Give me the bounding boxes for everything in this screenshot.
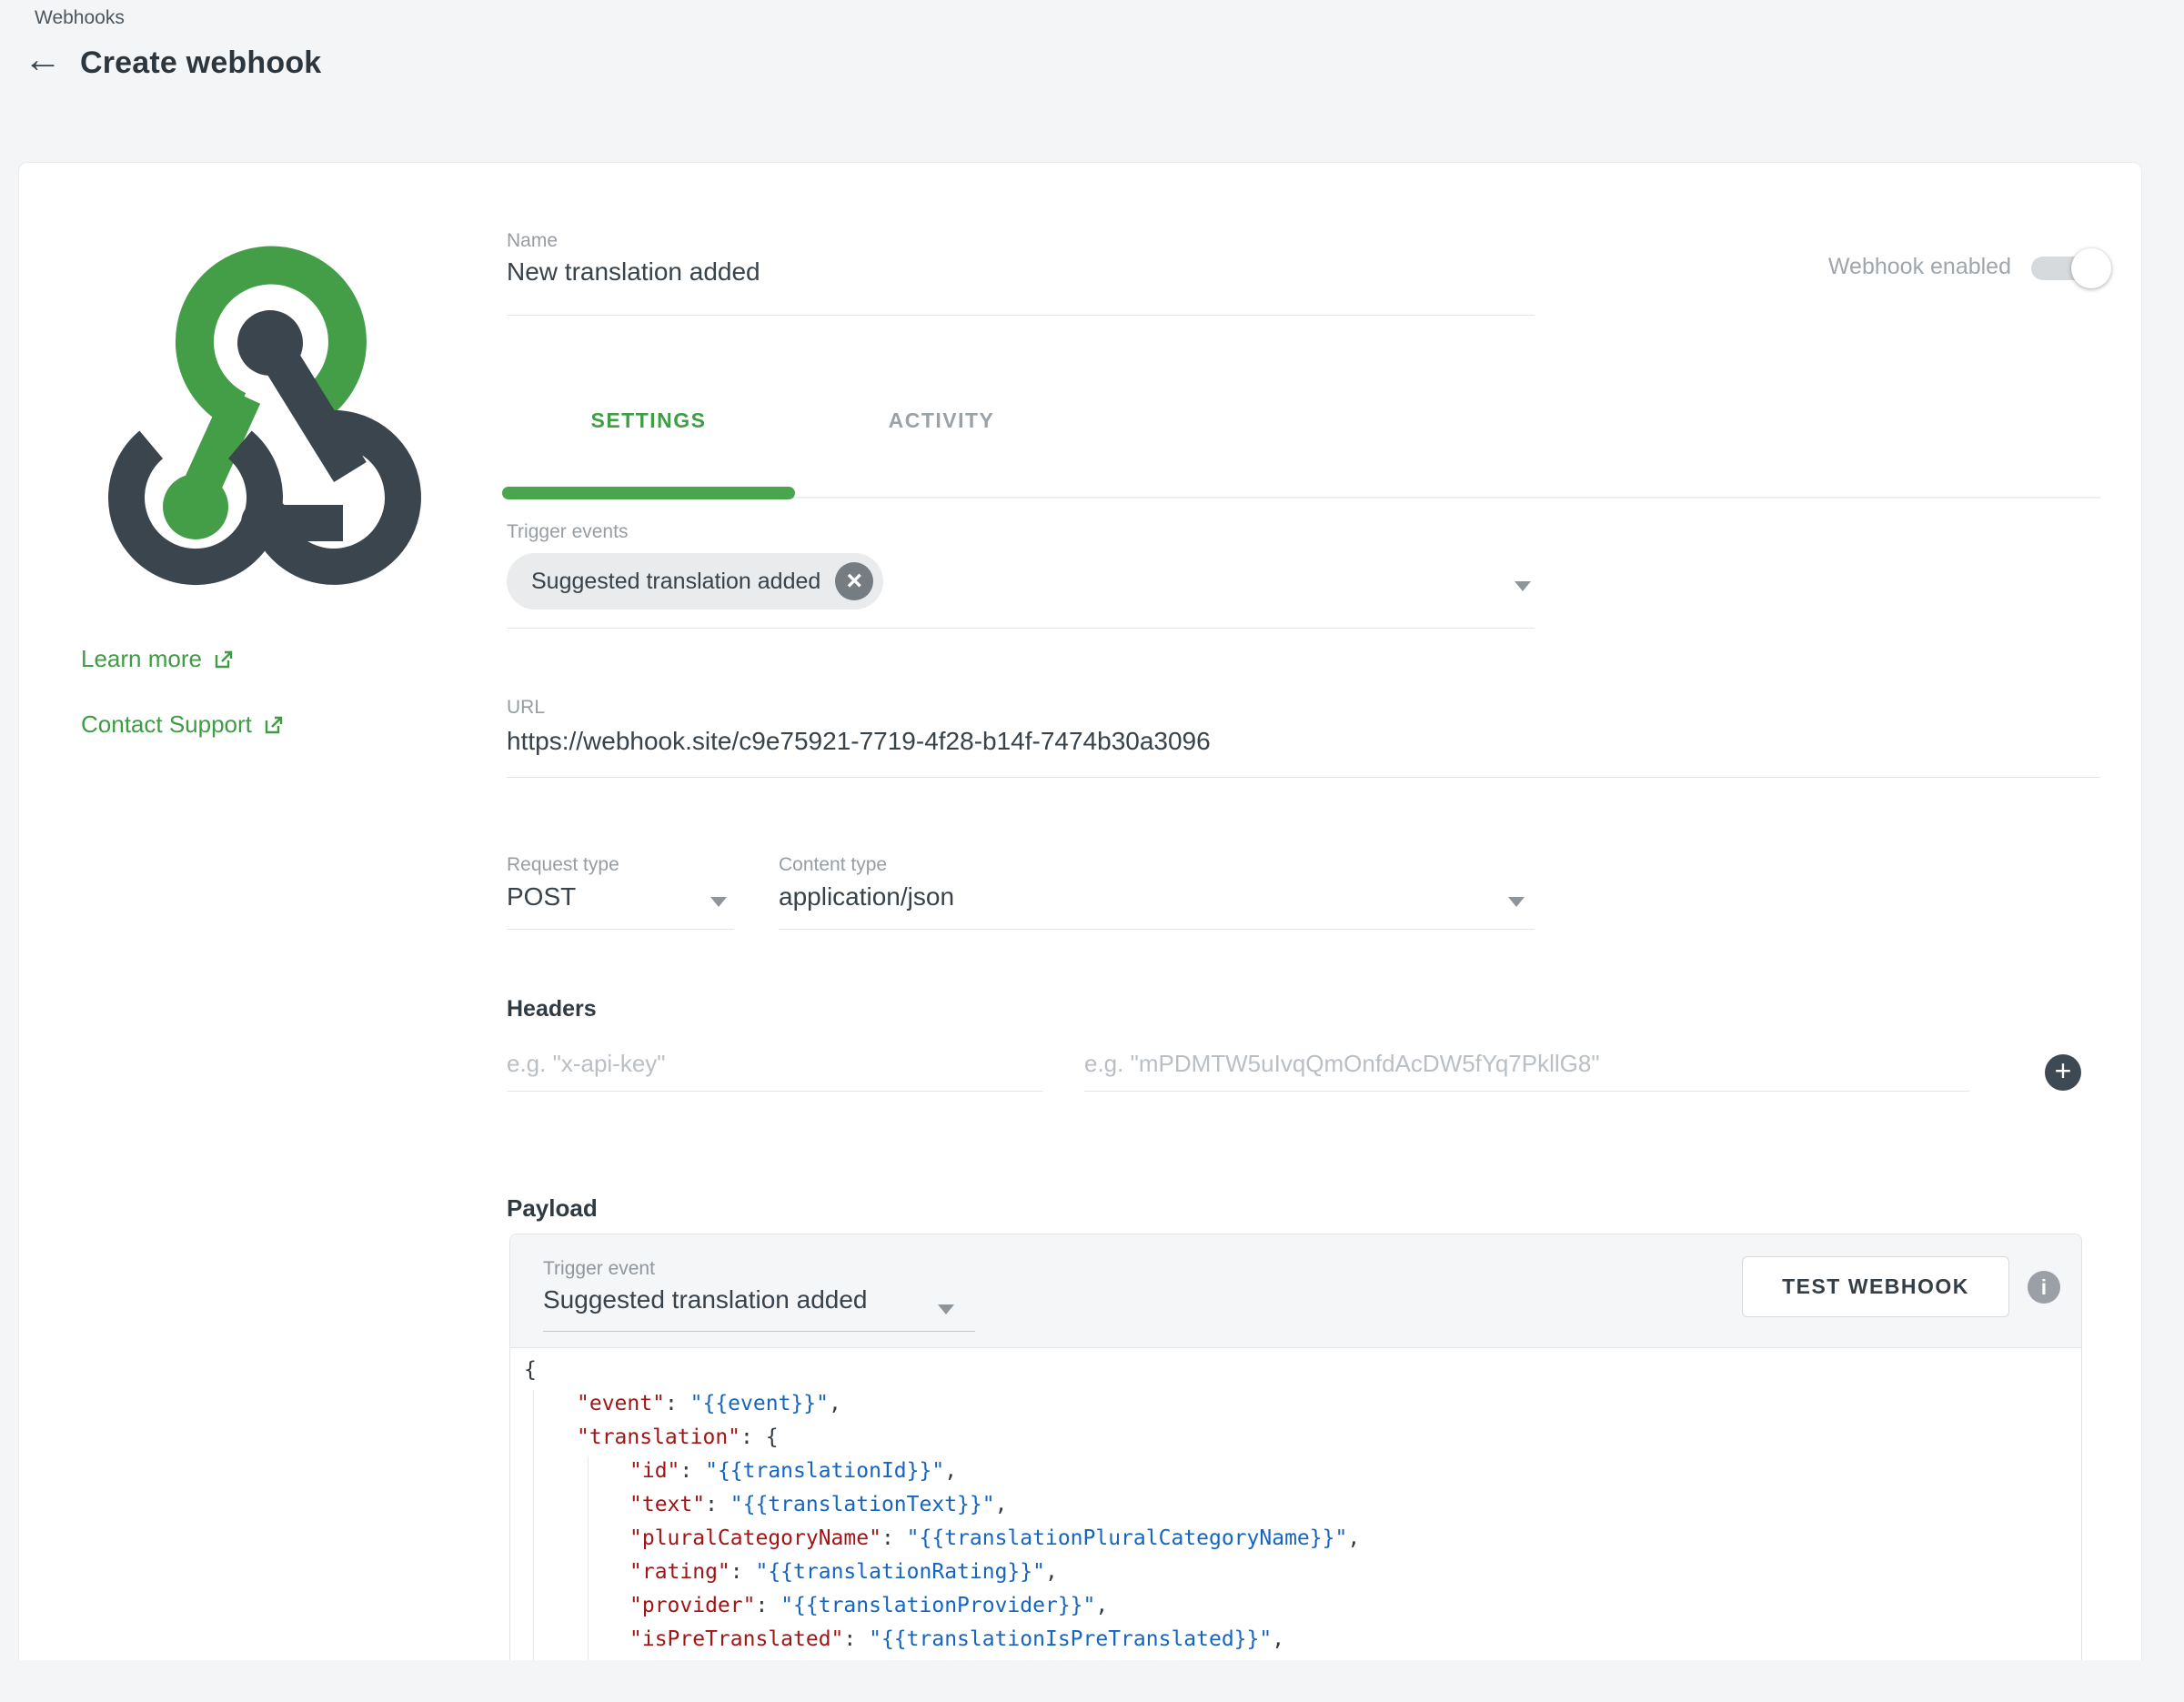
code-line: "text": "{{translationText}}", — [510, 1488, 2081, 1522]
active-tab-indicator — [502, 487, 795, 499]
payload-section-title: Payload — [507, 1194, 598, 1223]
code-line: "id": "{{translationId}}", — [510, 1455, 2081, 1488]
tab-activity[interactable]: ACTIVITY — [795, 408, 1088, 433]
toggle-knob — [2071, 248, 2111, 288]
chevron-down-icon — [1508, 897, 1525, 907]
back-arrow-icon[interactable]: ← — [24, 40, 62, 78]
trigger-events-underline — [507, 628, 1535, 629]
payload-code-editor[interactable]: {"event": "{{event}}","translation": {"i… — [510, 1348, 2081, 1660]
code-line: "provider": "{{translationProvider}}", — [510, 1589, 2081, 1623]
url-field[interactable]: https://webhook.site/c9e75921-7719-4f28-… — [507, 727, 1211, 756]
url-field-underline — [507, 777, 2100, 778]
learn-more-label: Learn more — [81, 645, 202, 673]
external-link-icon — [263, 714, 285, 736]
learn-more-link[interactable]: Learn more — [81, 645, 235, 673]
webhook-logo-icon — [83, 228, 447, 592]
chevron-down-icon — [938, 1304, 954, 1314]
payload-trigger-event-underline — [543, 1331, 975, 1332]
test-webhook-button[interactable]: TEST WEBHOOK — [1742, 1256, 2009, 1317]
chevron-down-icon — [1515, 581, 1531, 591]
page-title: Create webhook — [80, 45, 321, 81]
name-field-label: Name — [507, 230, 558, 252]
trigger-event-chip[interactable]: Suggested translation added × — [507, 553, 883, 609]
content-type-select[interactable]: application/json — [779, 882, 954, 911]
webhook-card: Learn more Contact Support Name New tran… — [18, 162, 2142, 1660]
contact-support-label: Contact Support — [81, 710, 252, 739]
request-type-underline — [507, 929, 734, 930]
url-field-label: URL — [507, 697, 545, 719]
breadcrumb[interactable]: Webhooks — [35, 7, 125, 29]
header-value-input[interactable] — [1084, 1050, 1969, 1092]
code-line: "createdAt": "{{translationCreatedAt}}", — [510, 1657, 2081, 1660]
code-line: "rating": "{{translationRating}}", — [510, 1556, 2081, 1589]
code-line: "isPreTranslated": "{{translationIsPreTr… — [510, 1623, 2081, 1657]
request-type-label: Request type — [507, 854, 619, 876]
chevron-down-icon — [710, 897, 727, 907]
chip-label: Suggested translation added — [531, 569, 820, 595]
payload-trigger-event-select[interactable]: Suggested translation added — [543, 1285, 868, 1314]
indent-guide — [533, 1390, 534, 1660]
code-line: "pluralCategoryName": "{{translationPlur… — [510, 1522, 2081, 1556]
payload-panel-header: Trigger event Suggested translation adde… — [510, 1234, 2081, 1348]
add-header-button[interactable]: + — [2045, 1054, 2081, 1091]
indent-guide — [588, 1457, 589, 1660]
content-type-label: Content type — [779, 854, 887, 876]
code-line: "translation": { — [510, 1421, 2081, 1455]
request-type-select[interactable]: POST — [507, 882, 576, 911]
create-webhook-page: Webhooks ← Create webhook Learn more — [0, 0, 2184, 1702]
webhook-enabled-label: Webhook enabled — [1711, 254, 2011, 280]
content-type-underline — [779, 929, 1535, 930]
code-line: "event": "{{event}}", — [510, 1387, 2081, 1421]
contact-support-link[interactable]: Contact Support — [81, 710, 285, 739]
code-line: { — [510, 1354, 2081, 1387]
webhook-enabled-toggle[interactable] — [2031, 257, 2106, 280]
tab-settings[interactable]: SETTINGS — [502, 408, 795, 433]
chip-remove-button[interactable]: × — [835, 562, 873, 600]
info-icon[interactable]: i — [2028, 1271, 2060, 1304]
external-link-icon — [213, 649, 235, 670]
header-key-input[interactable] — [507, 1050, 1043, 1092]
trigger-events-label: Trigger events — [507, 521, 628, 543]
name-field-underline — [507, 315, 1535, 316]
payload-trigger-event-label: Trigger event — [543, 1258, 655, 1280]
name-field[interactable]: New translation added — [507, 257, 760, 287]
headers-section-title: Headers — [507, 996, 597, 1022]
payload-panel: Trigger event Suggested translation adde… — [509, 1234, 2082, 1660]
